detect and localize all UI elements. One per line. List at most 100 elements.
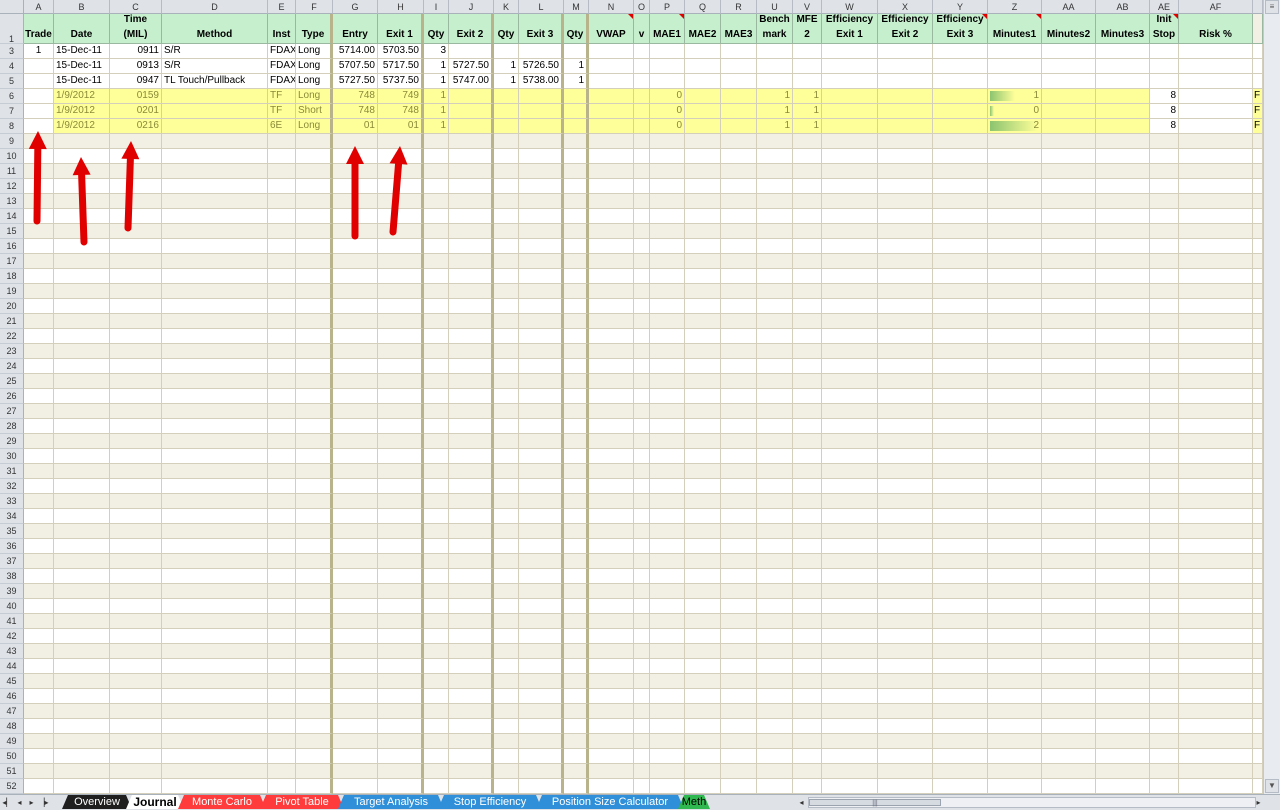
cell-empty[interactable] (1253, 239, 1263, 254)
cell-empty[interactable] (449, 389, 494, 404)
cell-empty[interactable] (24, 749, 54, 764)
cell-j7[interactable] (449, 104, 494, 119)
cell-empty[interactable] (721, 569, 757, 584)
cell-empty[interactable] (162, 179, 268, 194)
cell-ab7[interactable] (1096, 104, 1150, 119)
cell-empty[interactable] (721, 614, 757, 629)
cell-empty[interactable] (1253, 599, 1263, 614)
cell-empty[interactable] (296, 644, 333, 659)
cell-empty[interactable] (519, 524, 564, 539)
cell-empty[interactable] (721, 239, 757, 254)
cell-l8[interactable] (519, 119, 564, 134)
cell-empty[interactable] (449, 719, 494, 734)
cell-empty[interactable] (268, 569, 296, 584)
header-cell-e[interactable]: Inst (268, 14, 296, 44)
cell-empty[interactable] (296, 464, 333, 479)
cell-empty[interactable] (449, 284, 494, 299)
cell-empty[interactable] (1096, 224, 1150, 239)
cell-empty[interactable] (685, 194, 721, 209)
cell-y3[interactable] (933, 44, 988, 59)
cell-aa6[interactable] (1042, 89, 1096, 104)
cell-empty[interactable] (424, 239, 449, 254)
cell-empty[interactable] (878, 419, 933, 434)
cell-empty[interactable] (110, 149, 162, 164)
cell-empty[interactable] (793, 269, 822, 284)
cell-empty[interactable] (1042, 434, 1096, 449)
cell-empty[interactable] (110, 749, 162, 764)
cell-empty[interactable] (1042, 644, 1096, 659)
cell-empty[interactable] (933, 689, 988, 704)
cell-empty[interactable] (268, 374, 296, 389)
cell-empty[interactable] (1042, 419, 1096, 434)
cell-empty[interactable] (1253, 149, 1263, 164)
cell-empty[interactable] (54, 719, 110, 734)
cell-empty[interactable] (685, 539, 721, 554)
header-cell-r[interactable]: MAE3 (721, 14, 757, 44)
cell-empty[interactable] (1150, 209, 1179, 224)
cell-empty[interactable] (519, 284, 564, 299)
cell-empty[interactable] (933, 779, 988, 794)
cell-empty[interactable] (1096, 314, 1150, 329)
cell-empty[interactable] (296, 134, 333, 149)
cell-empty[interactable] (1042, 569, 1096, 584)
cell-empty[interactable] (564, 194, 589, 209)
cell-empty[interactable] (685, 299, 721, 314)
first-sheet-icon[interactable]: ◂▏ (2, 796, 13, 809)
cell-p5[interactable] (650, 74, 685, 89)
cell-empty[interactable] (933, 764, 988, 779)
cell-empty[interactable] (424, 524, 449, 539)
cell-empty[interactable] (519, 689, 564, 704)
row-header-27[interactable]: 27 (0, 404, 24, 419)
cell-empty[interactable] (333, 749, 378, 764)
cell-empty[interactable] (268, 194, 296, 209)
header-cell-d[interactable]: Method (162, 14, 268, 44)
cell-empty[interactable] (793, 524, 822, 539)
cell-empty[interactable] (378, 164, 424, 179)
cell-e4[interactable]: FDAX (268, 59, 296, 74)
cell-empty[interactable] (650, 449, 685, 464)
cell-empty[interactable] (54, 374, 110, 389)
cell-empty[interactable] (378, 194, 424, 209)
cell-empty[interactable] (162, 434, 268, 449)
cell-empty[interactable] (793, 194, 822, 209)
cell-empty[interactable] (650, 419, 685, 434)
cell-empty[interactable] (793, 599, 822, 614)
cell-empty[interactable] (333, 134, 378, 149)
cell-empty[interactable] (1042, 539, 1096, 554)
cell-empty[interactable] (822, 584, 878, 599)
cell-empty[interactable] (1253, 704, 1263, 719)
cell-empty[interactable] (634, 524, 650, 539)
cell-empty[interactable] (564, 719, 589, 734)
cell-empty[interactable] (162, 599, 268, 614)
cell-empty[interactable] (1179, 464, 1253, 479)
cell-empty[interactable] (268, 209, 296, 224)
cell-empty[interactable] (988, 239, 1042, 254)
cell-empty[interactable] (757, 719, 793, 734)
cell-empty[interactable] (933, 209, 988, 224)
cell-empty[interactable] (589, 599, 634, 614)
cell-empty[interactable] (564, 419, 589, 434)
cell-empty[interactable] (424, 254, 449, 269)
cell-empty[interactable] (162, 734, 268, 749)
column-header-o[interactable]: O (634, 0, 650, 14)
cell-o3[interactable] (634, 44, 650, 59)
cell-empty[interactable] (933, 179, 988, 194)
cell-empty[interactable] (333, 374, 378, 389)
cell-empty[interactable] (24, 389, 54, 404)
cell-empty[interactable] (296, 704, 333, 719)
cell-empty[interactable] (793, 779, 822, 794)
cell-empty[interactable] (650, 479, 685, 494)
cell-empty[interactable] (1253, 719, 1263, 734)
cell-empty[interactable] (296, 389, 333, 404)
cell-empty[interactable] (721, 719, 757, 734)
cell-empty[interactable] (933, 254, 988, 269)
cell-empty[interactable] (162, 209, 268, 224)
cell-empty[interactable] (564, 269, 589, 284)
cell-empty[interactable] (988, 209, 1042, 224)
cell-empty[interactable] (589, 584, 634, 599)
cell-empty[interactable] (878, 554, 933, 569)
cell-empty[interactable] (878, 569, 933, 584)
row-header-42[interactable]: 42 (0, 629, 24, 644)
cell-empty[interactable] (268, 764, 296, 779)
cell-empty[interactable] (1253, 284, 1263, 299)
